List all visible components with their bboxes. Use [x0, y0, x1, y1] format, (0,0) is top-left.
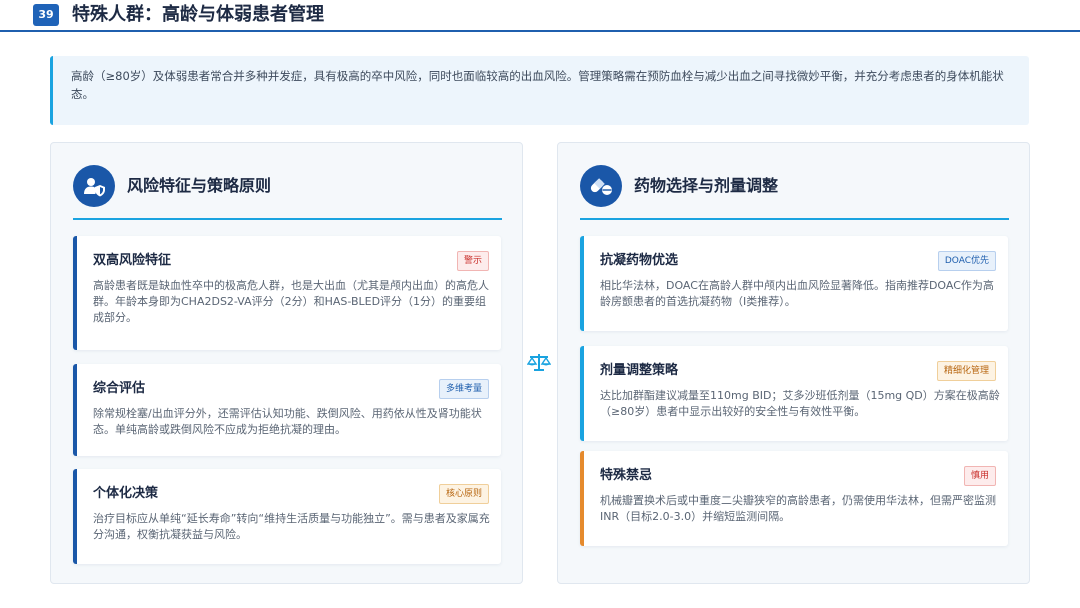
intro-text: 高龄（≥80岁）及体弱患者常合并多种并发症，具有极高的卒中风险，同时也面临较高的… [71, 69, 1004, 101]
pills-icon [580, 165, 622, 207]
header: 39 特殊人群：高龄与体弱患者管理 [0, 0, 1080, 32]
drug-panel: 药物选择与剂量调整 抗凝药物优选 DOAC优先 相比华法林，DOAC在高龄人群中… [557, 142, 1030, 584]
card-body: 相比华法林，DOAC在高龄人群中颅内出血风险显著降低。指南推荐DOAC作为高龄房… [600, 279, 994, 308]
card-individualized: 个体化决策 核心原则 治疗目标应从单纯“延长寿命”转向“维持生活质量与功能独立”… [73, 469, 501, 564]
card-title: 个体化决策 [93, 486, 159, 501]
panel-header: 药物选择与剂量调整 [580, 165, 1008, 207]
card-title: 双高风险特征 [93, 253, 172, 268]
panel-title: 风险特征与策略原则 [127, 176, 272, 195]
card-anticoagulant-choice: 抗凝药物优选 DOAC优先 相比华法林，DOAC在高龄人群中颅内出血风险显著降低… [580, 236, 1008, 331]
risk-panel: 风险特征与策略原则 双高风险特征 警示 高龄患者既是缺血性卒中的极高危人群，也是… [50, 142, 523, 584]
balance-scale-icon [526, 352, 552, 372]
card-title: 特殊禁忌 [600, 468, 653, 483]
card-dual-risk: 双高风险特征 警示 高龄患者既是缺血性卒中的极高危人群，也是大出血（尤其是颅内出… [73, 236, 501, 350]
panel-divider [73, 218, 502, 220]
card-body: 治疗目标应从单纯“延长寿命”转向“维持生活质量与功能独立”。需与患者及家属充分沟… [93, 512, 490, 541]
card-contraindications: 特殊禁忌 慎用 机械瓣置换术后或中重度二尖瓣狭窄的高龄患者，仍需使用华法林，但需… [580, 451, 1008, 546]
card-title: 综合评估 [93, 381, 146, 396]
card-title: 抗凝药物优选 [600, 253, 679, 268]
panel-title: 药物选择与剂量调整 [634, 176, 779, 195]
status-badge: 慎用 [963, 466, 996, 486]
status-badge: 精细化管理 [936, 361, 996, 381]
card-body: 除常规栓塞/出血评分外，还需评估认知功能、跌倒风险、用药依从性及肾功能状态。单纯… [93, 407, 482, 436]
page-title: 特殊人群：高龄与体弱患者管理 [72, 4, 324, 25]
card-assessment: 综合评估 多维考量 除常规栓塞/出血评分外，还需评估认知功能、跌倒风险、用药依从… [73, 364, 501, 456]
card-body: 高龄患者既是缺血性卒中的极高危人群，也是大出血（尤其是颅内出血）的高危人群。年龄… [93, 279, 489, 324]
status-badge: 警示 [456, 251, 489, 271]
status-badge: DOAC优先 [937, 251, 996, 271]
card-body: 达比加群酯建议减量至110mg BID；艾多沙班低剂量（15mg QD）方案在极… [600, 389, 1000, 418]
panel-header: 风险特征与策略原则 [73, 165, 501, 207]
header-divider [0, 30, 1080, 32]
card-dose-adjustment: 剂量调整策略 精细化管理 达比加群酯建议减量至110mg BID；艾多沙班低剂量… [580, 346, 1008, 441]
page-number: 39 [33, 4, 59, 26]
card-title: 剂量调整策略 [600, 363, 679, 378]
card-body: 机械瓣置换术后或中重度二尖瓣狭窄的高龄患者，仍需使用华法林，但需严密监测INR（… [600, 494, 996, 523]
intro-callout: 高龄（≥80岁）及体弱患者常合并多种并发症，具有极高的卒中风险，同时也面临较高的… [50, 56, 1029, 125]
status-badge: 核心原则 [438, 484, 489, 504]
panel-divider [580, 218, 1009, 220]
user-shield-icon [73, 165, 115, 207]
status-badge: 多维考量 [438, 379, 489, 399]
